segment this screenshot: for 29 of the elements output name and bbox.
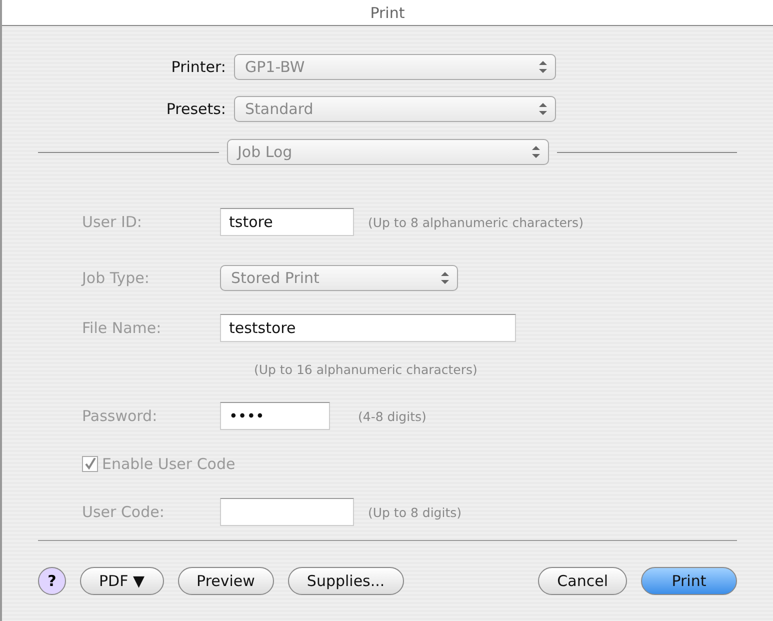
toolbar-button[interactable]: Preview	[178, 567, 274, 595]
stepper-arrows-icon	[539, 103, 547, 115]
window-title: Print	[2, 0, 773, 26]
input-field[interactable]	[220, 498, 354, 526]
field-label: Job Type:	[82, 269, 150, 287]
hint-text: (Up to 8 alphanumeric characters)	[368, 214, 584, 230]
password-field[interactable]: ••••	[220, 402, 330, 430]
help-button[interactable]: ?	[38, 567, 66, 595]
input-field[interactable]: teststore	[220, 314, 516, 342]
hint-text: (Up to 16 alphanumeric characters)	[254, 362, 478, 376]
toolbar-button[interactable]: Supplies...	[288, 567, 404, 595]
default-button[interactable]: Print	[641, 567, 737, 595]
stepper-arrows-icon	[441, 272, 449, 284]
checkbox[interactable]	[82, 456, 98, 472]
checkmark-icon	[84, 458, 96, 470]
stepper-arrows-icon	[532, 146, 540, 158]
field-label: Presets:	[165, 100, 226, 118]
field-label: File Name:	[82, 319, 162, 337]
dialog-button[interactable]: Cancel	[538, 567, 627, 595]
field-label: Password:	[82, 407, 158, 425]
hint-text: (4-8 digits)	[358, 408, 426, 424]
stepper-arrows-icon	[539, 61, 547, 73]
field-label: User ID:	[82, 213, 143, 231]
checkbox-label: Enable User Code	[102, 455, 236, 473]
field-label: User Code:	[82, 503, 166, 521]
input-field[interactable]: tstore	[220, 208, 354, 236]
hint-text: (Up to 8 digits)	[368, 504, 462, 520]
toolbar-button[interactable]: PDF ▼	[80, 567, 164, 595]
field-label: Printer:	[170, 58, 226, 76]
